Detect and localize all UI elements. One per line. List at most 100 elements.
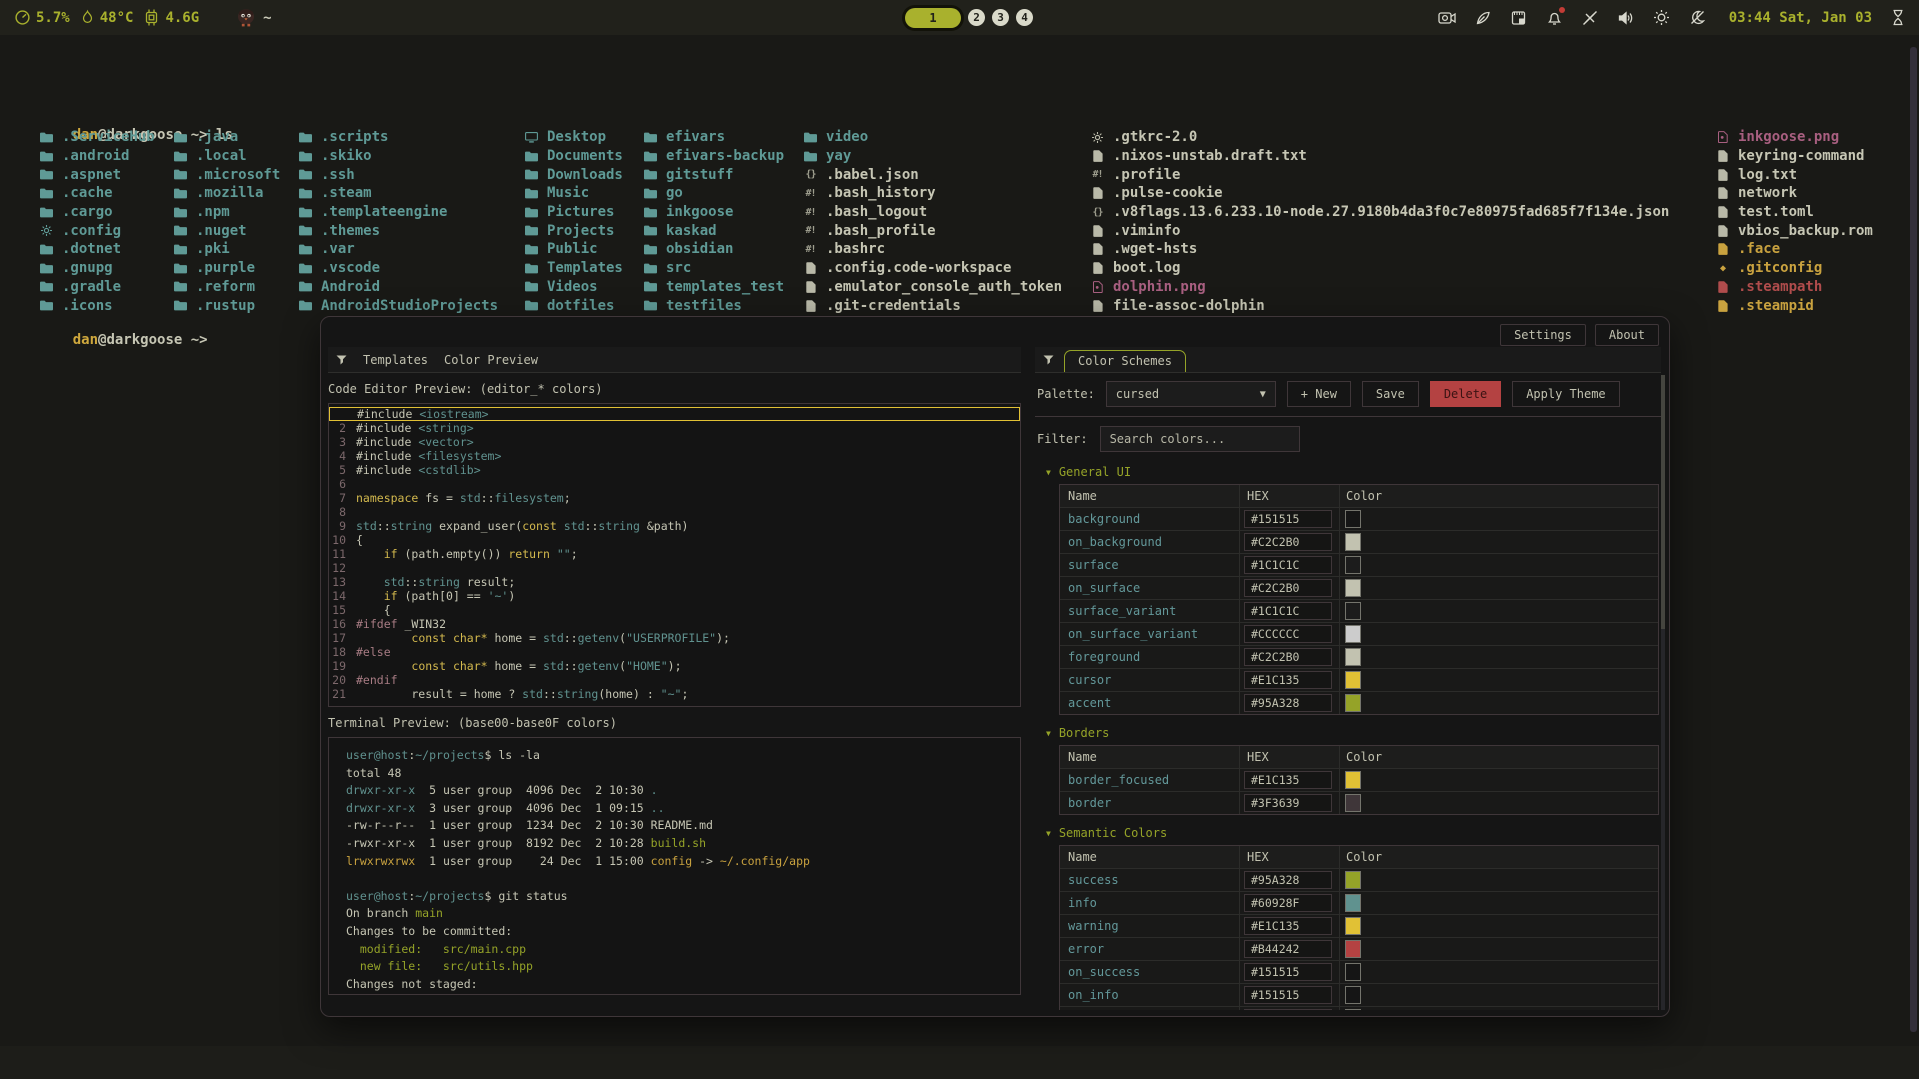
about-button[interactable]: About [1595, 324, 1659, 346]
panel-scrollbar[interactable] [1661, 375, 1665, 1010]
code-token: "" [557, 548, 571, 561]
clock[interactable]: 03:44 Sat, Jan 03 [1729, 10, 1872, 26]
hex-input[interactable]: #151515 [1244, 1009, 1332, 1010]
color-swatch[interactable] [1345, 940, 1361, 958]
search-colors-input[interactable] [1100, 426, 1300, 452]
color-row[interactable]: on_warning#151515 [1060, 1006, 1658, 1010]
color-swatch[interactable] [1345, 533, 1361, 551]
screen-record-icon[interactable] [1438, 10, 1456, 26]
color-swatch[interactable] [1345, 579, 1361, 597]
color-name: foreground [1060, 646, 1240, 668]
workspace-button-active[interactable]: 1 [905, 8, 961, 28]
hex-input[interactable]: #E1C135 [1244, 671, 1332, 689]
color-row[interactable]: border_focused#E1C135 [1060, 768, 1658, 791]
sdcard-lock-icon[interactable] [1510, 10, 1527, 26]
new-palette-button[interactable]: + New [1287, 381, 1351, 407]
delete-button[interactable]: Delete [1430, 381, 1501, 407]
hex-input[interactable]: #95A328 [1244, 694, 1332, 712]
color-row[interactable]: info#60928F [1060, 891, 1658, 914]
folder-icon [803, 151, 818, 162]
section-header[interactable]: ▼Semantic Colors [1035, 822, 1661, 844]
hex-input[interactable]: #C2C2B0 [1244, 648, 1332, 666]
palette-dropdown[interactable]: cursed ▼ [1106, 381, 1276, 407]
code-token: std [543, 660, 564, 673]
color-row[interactable]: border#3F3639 [1060, 791, 1658, 814]
color-swatch[interactable] [1345, 917, 1361, 935]
color-swatch[interactable] [1345, 510, 1361, 528]
workspace-button[interactable]: 3 [992, 9, 1009, 26]
workspace-button[interactable]: 4 [1016, 9, 1033, 26]
mic-muted-icon[interactable] [1582, 10, 1598, 26]
hourglass-logo-icon[interactable] [1891, 9, 1905, 26]
tab-templates[interactable]: Templates [363, 353, 428, 367]
code-token: '~' [488, 590, 509, 603]
file-name: .gitconfig [1738, 260, 1822, 276]
hex-input[interactable]: #151515 [1244, 963, 1332, 981]
feather-icon[interactable] [1475, 10, 1491, 26]
hex-input[interactable]: #B44242 [1244, 940, 1332, 958]
color-swatch[interactable] [1345, 602, 1361, 620]
color-row[interactable]: cursor#E1C135 [1060, 668, 1658, 691]
settings-button[interactable]: Settings [1500, 324, 1586, 346]
color-row[interactable]: surface_variant#1C1C1C [1060, 599, 1658, 622]
hex-input[interactable]: #C2C2B0 [1244, 579, 1332, 597]
color-swatch[interactable] [1345, 671, 1361, 689]
code-token: <iostream> [419, 408, 488, 421]
save-button[interactable]: Save [1362, 381, 1419, 407]
color-row[interactable]: accent#95A328 [1060, 691, 1658, 714]
tab-color-schemes[interactable]: Color Schemes [1064, 350, 1186, 372]
color-row[interactable]: on_surface#C2C2B0 [1060, 576, 1658, 599]
color-swatch[interactable] [1345, 794, 1361, 812]
color-swatch[interactable] [1345, 1009, 1361, 1010]
terminal-scrollbar[interactable] [1910, 47, 1917, 1032]
hex-input[interactable]: #C2C2B0 [1244, 533, 1332, 551]
color-swatch[interactable] [1345, 625, 1361, 643]
file-icon [1715, 187, 1730, 199]
hex-input[interactable]: #1C1C1C [1244, 556, 1332, 574]
color-swatch[interactable] [1345, 963, 1361, 981]
hex-input[interactable]: #95A328 [1244, 871, 1332, 889]
folder-icon [39, 188, 54, 199]
notification-bell-icon[interactable] [1546, 9, 1563, 26]
workspace-button[interactable]: 2 [968, 9, 985, 26]
color-row[interactable]: on_success#151515 [1060, 960, 1658, 983]
color-row[interactable]: on_surface_variant#CCCCCC [1060, 622, 1658, 645]
apply-theme-button[interactable]: Apply Theme [1512, 381, 1619, 407]
file-entry: .aspnet [39, 165, 155, 184]
nightlight-off-icon[interactable] [1689, 9, 1706, 26]
color-row[interactable]: foreground#C2C2B0 [1060, 645, 1658, 668]
hex-input[interactable]: #151515 [1244, 510, 1332, 528]
brightness-icon[interactable] [1653, 9, 1670, 26]
color-row[interactable]: on_background#C2C2B0 [1060, 530, 1658, 553]
color-swatch[interactable] [1345, 648, 1361, 666]
color-swatch[interactable] [1345, 694, 1361, 712]
section-header[interactable]: ▼General UI [1035, 461, 1661, 483]
color-name: cursor [1060, 669, 1240, 691]
color-swatch[interactable] [1345, 771, 1361, 789]
tab-color-preview[interactable]: Color Preview [444, 353, 538, 367]
hex-input[interactable]: #E1C135 [1244, 917, 1332, 935]
terminal-token: user@host [346, 889, 408, 903]
hex-input[interactable]: #60928F [1244, 894, 1332, 912]
color-row[interactable]: background#151515 [1060, 507, 1658, 530]
color-swatch[interactable] [1345, 894, 1361, 912]
folder-icon [643, 281, 658, 292]
hex-input[interactable]: #E1C135 [1244, 771, 1332, 789]
volume-icon[interactable] [1617, 10, 1634, 26]
hex-input[interactable]: #3F3639 [1244, 794, 1332, 812]
color-row[interactable]: surface#1C1C1C [1060, 553, 1658, 576]
color-swatch[interactable] [1345, 871, 1361, 889]
color-row[interactable]: on_info#151515 [1060, 983, 1658, 1006]
terminal-token: 5 user group 4096 Dec 2 10:30 [415, 783, 650, 797]
hex-input[interactable]: #151515 [1244, 986, 1332, 1004]
section-header[interactable]: ▼Borders [1035, 722, 1661, 744]
color-row[interactable]: error#B44242 [1060, 937, 1658, 960]
hex-input[interactable]: #1C1C1C [1244, 602, 1332, 620]
color-row[interactable]: warning#E1C135 [1060, 914, 1658, 937]
color-swatch[interactable] [1345, 556, 1361, 574]
color-row[interactable]: success#95A328 [1060, 868, 1658, 891]
path-indicator: ~ [263, 10, 271, 26]
color-swatch[interactable] [1345, 986, 1361, 1004]
hex-input[interactable]: #CCCCCC [1244, 625, 1332, 643]
hex-cell: #E1C135 [1240, 915, 1340, 937]
